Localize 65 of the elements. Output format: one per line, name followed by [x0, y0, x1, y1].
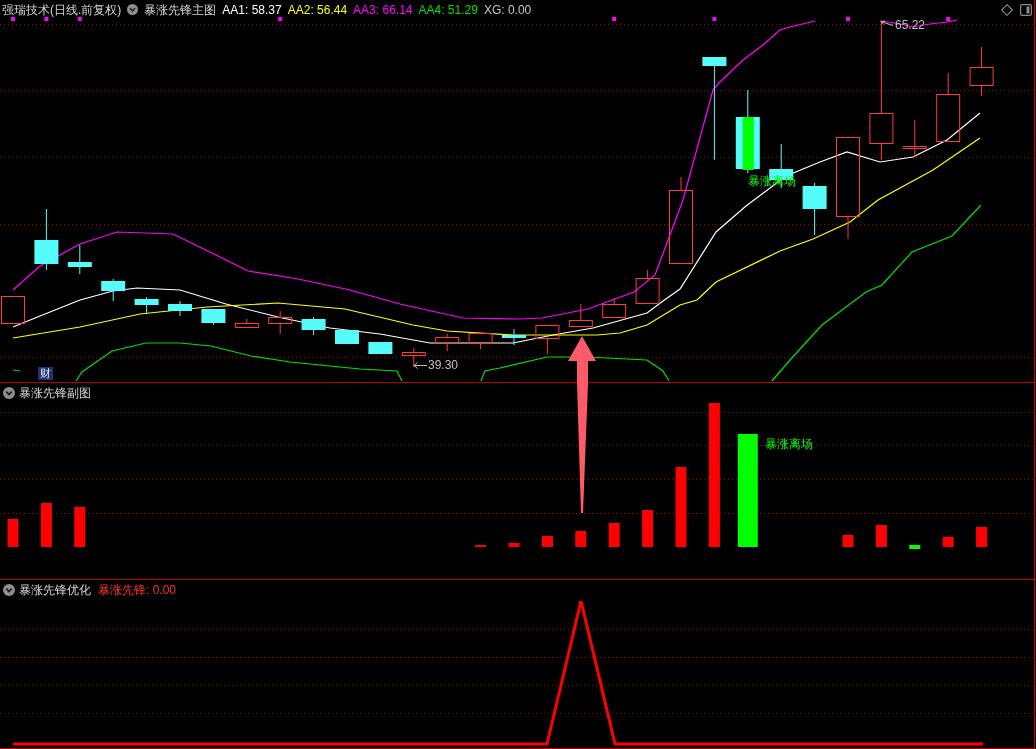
signal-marker-icon: [278, 17, 283, 21]
histogram-bar: [875, 525, 887, 547]
exit-signal-label: 暴涨离场: [765, 438, 813, 451]
candlestick: [568, 303, 593, 327]
candlestick: [368, 341, 393, 355]
candlestick: [101, 278, 126, 302]
indicator-name: 暴涨先锋副图: [19, 385, 91, 400]
candlestick: [168, 300, 192, 317]
dropdown-icon[interactable]: [3, 386, 15, 399]
histogram-bar: [7, 519, 19, 547]
candlestick: [301, 316, 326, 336]
signal-marker-icon: [612, 17, 617, 21]
low-price-label: 39.30: [428, 359, 459, 372]
candlestick: [635, 269, 660, 304]
candlestick: [34, 208, 59, 271]
candlestick: [502, 328, 526, 346]
candlestick: [535, 325, 560, 355]
histogram-bar: [575, 531, 587, 547]
candlestick: [902, 119, 927, 158]
indicator-value: AA2: 56.44: [287, 2, 348, 17]
histogram-bar: [608, 523, 620, 547]
indicator-value: XG: 0.00: [483, 2, 532, 17]
indicator-value: AA1: 58.37: [222, 2, 282, 17]
signal-marker-icon: [846, 17, 850, 21]
stock-title: 强瑞技术(日线.前复权): [2, 2, 122, 17]
candlestick: [468, 331, 493, 350]
candlestick: [969, 46, 994, 97]
histogram-bar: [942, 537, 954, 547]
candlestick: [435, 333, 460, 352]
signal-marker-icon: [11, 17, 15, 21]
indicator-value: 暴涨先锋: 0.00: [98, 582, 177, 597]
candlestick: [67, 244, 92, 275]
panel-layout-icon[interactable]: [1020, 3, 1032, 16]
indicator-name: 暴涨先锋主图: [144, 2, 217, 17]
candlestick: [936, 72, 961, 142]
histogram-bar: [508, 543, 520, 547]
histogram-bar: [74, 507, 86, 547]
candlestick: [802, 182, 827, 236]
candlestick: [134, 296, 159, 315]
left-arrow-icon: [880, 20, 893, 27]
candlestick: [602, 297, 627, 318]
dropdown-icon[interactable]: [3, 583, 15, 596]
candlestick: [268, 310, 293, 335]
candlestick: [401, 347, 426, 368]
finance-badge[interactable]: 财: [38, 367, 53, 380]
candlestick: [201, 308, 226, 326]
candlestick: [1, 296, 25, 324]
candlestick: [335, 329, 359, 345]
histogram-bar: [842, 535, 854, 547]
candlestick: [234, 318, 259, 328]
indicator-name: 暴涨先锋优化: [19, 582, 91, 597]
indicator-value: AA4: 51.29: [418, 2, 478, 17]
histogram-bar: [541, 536, 553, 547]
left-arrow-icon: [413, 362, 427, 369]
signal-marker-icon: [77, 17, 82, 21]
histogram-bar: [40, 503, 52, 547]
signal-marker-icon: [946, 17, 951, 21]
signal-marker-icon: [712, 17, 717, 21]
histogram-bar: [909, 545, 921, 549]
dropdown-icon[interactable]: [127, 4, 139, 15]
diamond-icon[interactable]: [1001, 3, 1013, 16]
histogram-bar: [976, 527, 988, 547]
signal-marker-icon: [44, 17, 49, 21]
histogram-bar: [642, 510, 654, 547]
indicator-value: AA3: 66.14: [353, 2, 413, 17]
